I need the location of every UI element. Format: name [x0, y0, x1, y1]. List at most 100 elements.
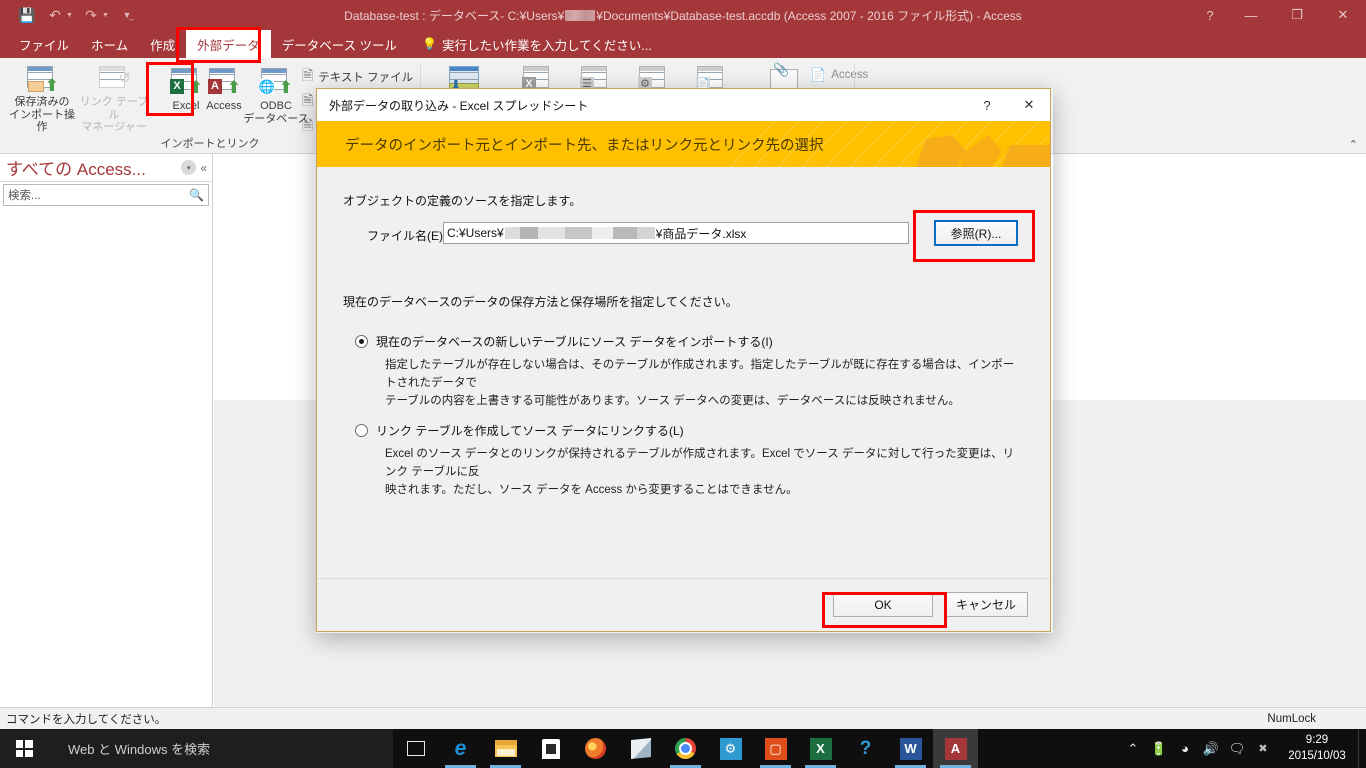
status-message: コマンドを入力してください。	[6, 713, 167, 726]
dialog-banner-text: データのインポート元とインポート先、またはリンク元とリンク先の選択	[345, 138, 824, 154]
windows-start-icon[interactable]	[0, 729, 48, 768]
show-hidden-icons-icon[interactable]: ⌃	[1120, 729, 1146, 768]
odbc-database-label-2: データベース	[243, 112, 309, 125]
help-icon[interactable]: ?	[843, 729, 888, 768]
source-prompt-label: オブジェクトの定義のソースを指定します。	[343, 194, 582, 208]
linked-table-manager-label-2: マネージャー	[81, 121, 147, 134]
file-name-value-prefix: C:¥Users¥	[447, 226, 504, 240]
access-icon[interactable]: A	[933, 729, 978, 768]
navigation-search-box[interactable]: 検索... 🔍	[3, 184, 209, 206]
window-title: Database-test : データベース- C:¥Users¥ ¥Docum…	[0, 0, 1366, 30]
tab-home[interactable]: ホーム	[80, 30, 139, 58]
annotation-box-browse-button	[913, 210, 1035, 262]
navigation-object-list[interactable]	[0, 208, 212, 707]
restore-button[interactable]: ❐	[1274, 0, 1320, 30]
collapse-ribbon-button[interactable]: ⌃	[1349, 138, 1358, 151]
redacted-path-segment	[504, 227, 655, 239]
text-file-label: テキスト ファイル	[318, 72, 414, 84]
clock-date: 2015/10/03	[1288, 749, 1346, 762]
linked-table-manager-icon: ↺	[99, 62, 131, 96]
office-icon[interactable]: ▢	[753, 729, 798, 768]
dialog-help-button[interactable]: ?	[966, 90, 1008, 121]
tab-database-tools[interactable]: データベース ツール	[271, 30, 408, 58]
create-linked-table-label: リンク テーブルを作成してソース データにリンクする(L)	[376, 424, 684, 438]
window-controls: ? — ❐ ✕	[1192, 0, 1366, 30]
store-icon[interactable]	[528, 729, 573, 768]
edge-icon[interactable]: e	[438, 729, 483, 768]
action-center-icon[interactable]: 🗨	[1224, 729, 1250, 768]
odbc-database-icon: 🌐 ⬆	[259, 62, 293, 100]
navigation-pane-title: すべての Access...	[6, 160, 146, 179]
tell-me-label: 実行したい作業を入力してください...	[442, 38, 652, 53]
show-desktop-button[interactable]	[1358, 729, 1366, 768]
dialog-banner: データのインポート元とインポート先、またはリンク元とリンク先の選択	[317, 121, 1050, 167]
text-file-import-button[interactable]: 🗎 テキスト ファイル	[302, 66, 413, 88]
settings-icon[interactable]: ⚙	[708, 729, 753, 768]
linked-table-manager-label-1: リンク テーブル	[79, 96, 149, 121]
odbc-database-label-1: ODBC	[260, 100, 292, 112]
help-button[interactable]: ?	[1192, 0, 1228, 30]
system-tray: ⌃ 🔋 ◕ 🔊 🗨 ✖ 9:29 2015/10/03	[1120, 729, 1366, 768]
access-import-label: Access	[206, 100, 242, 112]
linked-table-manager-button: ↺ リンク テーブル マネージャー	[78, 62, 150, 134]
import-to-new-table-radio[interactable]: 現在のデータベースの新しいテーブルにソース データをインポートする(I)	[355, 333, 773, 350]
xml-file-import-button[interactable]: 🗎	[302, 91, 313, 113]
wifi-icon[interactable]: ◕	[1172, 729, 1198, 768]
saved-imports-button[interactable]: ⬆ 保存済みの インポート操作	[6, 62, 78, 134]
import-to-new-table-description: 指定したテーブルが存在しない場合は、そのテーブルが作成されます。指定したテーブル…	[385, 357, 1025, 410]
file-name-value-suffix: ¥商品データ.xlsx	[655, 226, 747, 241]
word-icon[interactable]: W	[888, 729, 933, 768]
taskbar-search-text: Web と Windows を検索	[68, 742, 211, 757]
task-view-icon[interactable]	[393, 729, 438, 768]
access-import-icon: A ⬆	[208, 62, 241, 100]
cancel-button-label: キャンセル	[955, 598, 1016, 612]
search-input[interactable]: 検索...	[8, 187, 189, 203]
export-access-button[interactable]: 📄 Access	[810, 64, 868, 86]
tell-me-search[interactable]: 💡 実行したい作業を入力してください...	[422, 30, 652, 58]
destination-prompt-label: 現在のデータベースのデータの保存方法と保存場所を指定してください。	[343, 295, 738, 309]
navigation-pane: すべての Access... ▾ « 検索... 🔍	[0, 154, 213, 707]
chevron-down-icon[interactable]: ▾	[181, 160, 197, 175]
window-title-prefix: Database-test : データベース- C:¥Users¥	[344, 8, 565, 23]
dialog-title: 外部データの取り込み - Excel スプレッドシート	[329, 98, 589, 113]
status-numlock: NumLock	[1267, 712, 1316, 725]
cancel-button[interactable]: キャンセル	[944, 592, 1028, 617]
tab-file[interactable]: ファイル	[8, 30, 80, 58]
xml-file-icon: 🗎	[302, 92, 314, 108]
taskbar-search-box[interactable]: Web と Windows を検索	[48, 729, 393, 768]
collapse-pane-icon[interactable]: «	[200, 161, 207, 175]
taskbar-clock[interactable]: 9:29 2015/10/03	[1276, 729, 1358, 768]
import-desc-line-1: 指定したテーブルが存在しない場合は、そのテーブルが作成されます。指定したテーブル…	[385, 359, 1015, 389]
window-title-bar: 💾 ↶ ▼ ↷ ▼ ▼̲ Database-test : データベース- C:¥…	[0, 0, 1366, 43]
chrome-icon[interactable]	[663, 729, 708, 768]
search-icon[interactable]: 🔍	[189, 188, 204, 202]
saved-imports-label-1: 保存済みの	[14, 96, 70, 109]
excel-icon[interactable]: X	[798, 729, 843, 768]
radio-indicator-import[interactable]	[355, 335, 368, 348]
navigation-pane-header: すべての Access... ▾ «	[0, 154, 213, 182]
radio-indicator-link[interactable]	[355, 424, 368, 437]
export-access-label: Access	[831, 69, 869, 81]
firefox-icon[interactable]	[573, 729, 618, 768]
annotation-box-ok-button	[822, 592, 947, 628]
annotation-box-external-data-tab	[176, 27, 261, 63]
file-explorer-icon[interactable]	[483, 729, 528, 768]
saved-imports-label-2: インポート操作	[9, 108, 75, 134]
clock-time: 9:29	[1305, 733, 1329, 746]
notification-badge-icon[interactable]: ✖	[1250, 729, 1276, 768]
file-name-input[interactable]: C:¥Users¥ ¥商品データ.xlsx	[443, 222, 909, 244]
taskbar-icons: e ⚙ ▢ X ? W A	[393, 729, 978, 768]
taskbar: Web と Windows を検索 e ⚙ ▢ X ? W A ⌃ 🔋 ◕ 🔊 …	[0, 729, 1366, 768]
battery-icon[interactable]: 🔋	[1146, 729, 1172, 768]
annotation-box-excel-button	[146, 62, 194, 116]
volume-icon[interactable]: 🔊	[1198, 729, 1224, 768]
saved-imports-icon: ⬆	[27, 62, 59, 96]
close-button[interactable]: ✕	[1320, 0, 1366, 30]
get-external-data-dialog: 外部データの取り込み - Excel スプレッドシート ? ✕ データのインポー…	[316, 88, 1051, 632]
create-linked-table-radio[interactable]: リンク テーブルを作成してソース データにリンクする(L)	[355, 422, 684, 439]
link-desc-line-2: 映されます。ただし、ソース データを Access から変更することはできません…	[385, 483, 798, 496]
dialog-close-button[interactable]: ✕	[1008, 90, 1050, 121]
reader-icon[interactable]	[618, 729, 663, 768]
minimize-button[interactable]: —	[1228, 0, 1274, 30]
lightbulb-icon: 💡	[422, 37, 437, 51]
